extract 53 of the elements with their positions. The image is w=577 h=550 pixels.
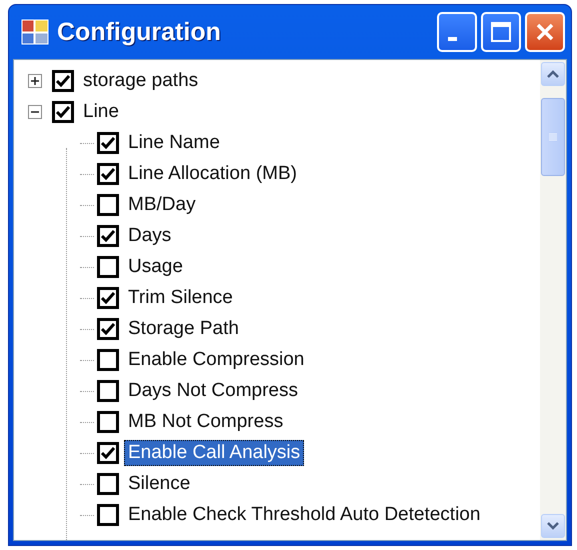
collapse-icon[interactable] bbox=[28, 104, 42, 118]
grip-icon bbox=[549, 133, 557, 141]
maximize-icon bbox=[490, 21, 512, 43]
check-mark-icon bbox=[56, 74, 70, 86]
minimize-icon bbox=[448, 37, 457, 41]
checkbox[interactable] bbox=[97, 348, 119, 370]
minimize-button[interactable] bbox=[437, 12, 477, 52]
scroll-thumb[interactable] bbox=[541, 98, 565, 176]
tree-item[interactable]: Line Allocation (MB) bbox=[124, 160, 301, 186]
tree-item[interactable]: Days bbox=[124, 222, 176, 248]
checkbox[interactable] bbox=[97, 442, 119, 464]
tree-item[interactable]: Enable Call Analysis bbox=[124, 440, 304, 466]
tree-item[interactable]: Storage Path bbox=[124, 316, 243, 342]
tree-item[interactable]: MB/Day bbox=[124, 192, 200, 218]
close-icon bbox=[534, 21, 556, 43]
checkbox[interactable] bbox=[97, 318, 119, 340]
tree-item[interactable]: Days Not Compress bbox=[124, 378, 302, 404]
tree-item[interactable]: storage paths bbox=[79, 68, 202, 94]
checkbox[interactable] bbox=[97, 256, 119, 278]
tree-item[interactable]: Enable Check Threshold Auto Detetection bbox=[124, 502, 484, 528]
scroll-down-button[interactable] bbox=[541, 514, 565, 538]
checkbox[interactable] bbox=[52, 100, 74, 122]
checkbox[interactable] bbox=[97, 162, 119, 184]
checkbox[interactable] bbox=[97, 194, 119, 216]
check-mark-icon bbox=[56, 106, 70, 118]
close-button[interactable] bbox=[525, 12, 565, 52]
maximize-button[interactable] bbox=[481, 12, 521, 52]
tree-item[interactable]: MB Not Compress bbox=[124, 408, 288, 434]
check-mark-icon bbox=[101, 322, 115, 334]
tree-item[interactable]: Line bbox=[79, 98, 123, 124]
tree-item[interactable]: Silence bbox=[124, 470, 194, 496]
check-mark-icon bbox=[101, 136, 115, 148]
window-title: Configuration bbox=[57, 18, 222, 46]
check-mark-icon bbox=[101, 292, 115, 304]
checkbox[interactable] bbox=[97, 504, 119, 526]
expand-icon[interactable] bbox=[28, 74, 42, 88]
app-icon bbox=[21, 18, 49, 46]
check-mark-icon bbox=[101, 168, 115, 180]
checkbox[interactable] bbox=[97, 472, 119, 494]
checkbox[interactable] bbox=[97, 410, 119, 432]
check-mark-icon bbox=[101, 230, 115, 242]
tree-item[interactable]: Enable Compression bbox=[124, 346, 308, 372]
checkbox[interactable] bbox=[97, 132, 119, 154]
checkbox[interactable] bbox=[97, 286, 119, 308]
checkbox[interactable] bbox=[97, 224, 119, 246]
tree-item[interactable]: Line Name bbox=[124, 130, 224, 156]
scrollbar[interactable] bbox=[540, 60, 566, 540]
checkbox[interactable] bbox=[52, 70, 74, 92]
scroll-up-button[interactable] bbox=[541, 62, 565, 86]
check-mark-icon bbox=[101, 446, 115, 458]
tree-item[interactable]: Trim Silence bbox=[124, 284, 237, 310]
checkbox[interactable] bbox=[97, 380, 119, 402]
tree-item[interactable]: Usage bbox=[124, 254, 187, 280]
